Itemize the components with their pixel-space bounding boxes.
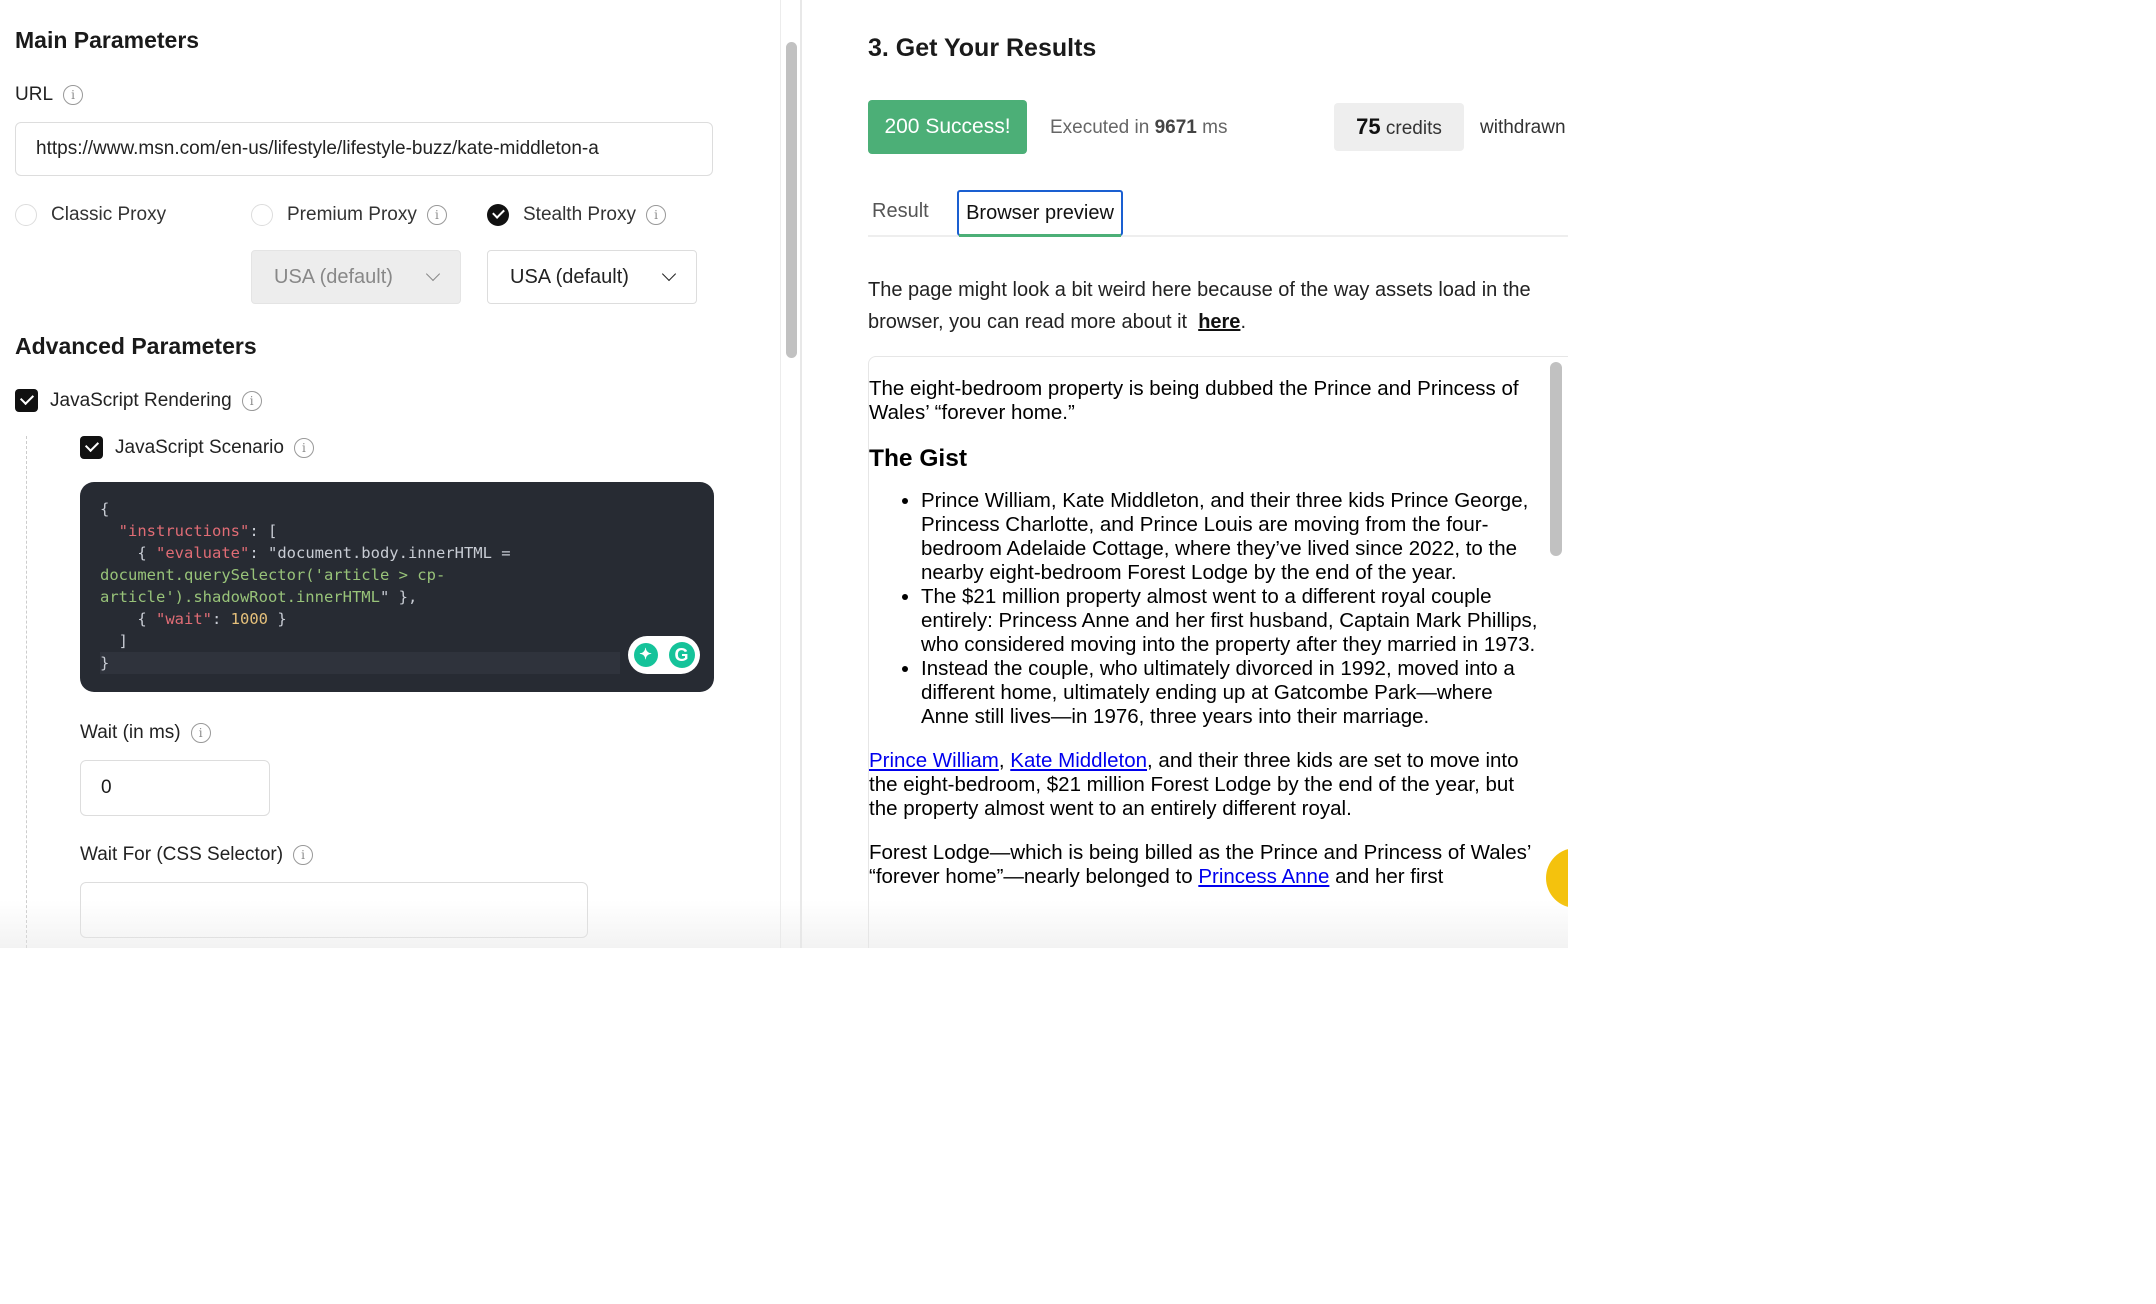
- list-item: Instead the couple, who ultimately divor…: [921, 657, 1543, 729]
- radio-unchecked-icon: [251, 204, 273, 226]
- stealth-country-value: USA (default): [510, 265, 629, 288]
- wait-label-row: Wait (in ms) i: [80, 722, 211, 744]
- checkbox-checked-icon: [15, 389, 38, 412]
- preview-heading: The Gist: [869, 445, 968, 472]
- separator: ,: [998, 749, 1011, 772]
- premium-proxy-radio[interactable]: Premium Proxy i: [251, 204, 447, 226]
- exec-ms: 9671: [1154, 117, 1197, 138]
- code-content: { "instructions": [ { "evaluate": "docum…: [80, 482, 714, 690]
- advanced-parameters-heading: Advanced Parameters: [15, 333, 257, 359]
- credits-value: 75: [1356, 114, 1381, 139]
- url-input[interactable]: https://www.msn.com/en-us/lifestyle/life…: [15, 122, 713, 176]
- js-rendering-label: JavaScript Rendering: [50, 389, 232, 411]
- info-icon[interactable]: i: [63, 84, 84, 105]
- tab-result[interactable]: Result: [872, 200, 929, 223]
- wait-input[interactable]: 0: [80, 760, 270, 816]
- link-prince-william[interactable]: Prince William: [869, 749, 999, 772]
- stealth-country-select[interactable]: USA (default): [487, 250, 697, 304]
- preview-scrollbar[interactable]: [1550, 362, 1562, 556]
- link-princess-anne[interactable]: Princess Anne: [1198, 865, 1329, 888]
- stealth-proxy-radio[interactable]: Stealth Proxy i: [487, 204, 666, 226]
- list-item: The $21 million property almost went to …: [921, 585, 1543, 657]
- panel-divider: [780, 0, 781, 948]
- url-label-row: URL i: [15, 84, 84, 106]
- results-panel: 3. Get Your Results 200 Success! Execute…: [802, 0, 1568, 948]
- exec-unit: ms: [1202, 117, 1228, 138]
- credits-label: credits: [1385, 118, 1442, 139]
- classic-proxy-label: Classic Proxy: [51, 204, 167, 225]
- premium-proxy-label: Premium Proxy: [287, 204, 417, 225]
- results-heading: 3. Get Your Results: [868, 34, 1097, 62]
- withdrawn-text: withdrawn: [1480, 117, 1566, 138]
- js-scenario-editor[interactable]: { "instructions": [ { "evaluate": "docum…: [80, 482, 714, 692]
- chevron-down-icon: [661, 266, 677, 282]
- wait-for-input[interactable]: [80, 882, 588, 938]
- wait-label: Wait (in ms): [80, 722, 181, 743]
- tree-connector: [26, 436, 27, 948]
- credits-badge: 75 credits: [1334, 103, 1464, 151]
- tab-browser-preview[interactable]: Browser preview: [957, 190, 1123, 237]
- preview-intro: The eight-bedroom property is being dubb…: [869, 377, 1519, 424]
- exec-prefix: Executed in: [1050, 117, 1150, 138]
- wait-for-label: Wait For (CSS Selector): [80, 844, 284, 865]
- info-icon[interactable]: i: [293, 844, 314, 865]
- parameters-panel: Main Parameters URL i https://www.msn.com…: [0, 0, 780, 948]
- grammarly-icon[interactable]: G: [668, 642, 695, 668]
- status-badge: 200 Success!: [868, 100, 1027, 154]
- info-icon[interactable]: i: [426, 205, 447, 225]
- url-label: URL: [15, 84, 54, 105]
- info-icon[interactable]: i: [646, 205, 666, 225]
- js-rendering-checkbox[interactable]: JavaScript Rendering i: [15, 389, 262, 412]
- left-scrollbar[interactable]: [786, 42, 797, 358]
- js-scenario-checkbox[interactable]: JavaScript Scenario i: [80, 436, 314, 459]
- info-icon[interactable]: i: [241, 390, 262, 411]
- lightbulb-icon[interactable]: ✦: [633, 643, 658, 667]
- preview-bullets: Prince William, Kate Middleton, and thei…: [869, 489, 1543, 729]
- radio-checked-icon: [487, 204, 509, 226]
- main-parameters-heading: Main Parameters: [15, 27, 200, 53]
- wait-for-label-row: Wait For (CSS Selector) i: [80, 844, 314, 866]
- premium-country-select: USA (default): [251, 250, 461, 304]
- note-link[interactable]: here: [1198, 311, 1240, 333]
- premium-country-value: USA (default): [274, 265, 393, 288]
- preview-paragraph: Prince William, Kate Middleton, and thei…: [869, 749, 1543, 821]
- grammarly-widget[interactable]: ✦ G: [628, 636, 700, 674]
- preview-paragraph: Forest Lodge—which is being billed as th…: [869, 841, 1543, 889]
- preview-note: The page might look a bit weird here bec…: [868, 279, 1531, 333]
- info-icon[interactable]: i: [190, 722, 211, 743]
- js-scenario-label: JavaScript Scenario: [115, 436, 284, 458]
- paragraph-text: and her first: [1329, 865, 1444, 888]
- classic-proxy-radio[interactable]: Classic Proxy: [15, 204, 166, 226]
- stealth-proxy-label: Stealth Proxy: [523, 204, 636, 225]
- checkbox-checked-icon: [80, 436, 103, 459]
- execution-time: Executed in 9671 ms: [1050, 117, 1227, 139]
- radio-unchecked-icon: [15, 204, 37, 226]
- info-icon[interactable]: i: [293, 437, 314, 458]
- chevron-down-icon: [425, 266, 441, 282]
- browser-preview-frame[interactable]: The eight-bedroom property is being dubb…: [868, 356, 1568, 948]
- list-item: Prince William, Kate Middleton, and thei…: [921, 489, 1543, 585]
- link-kate-middleton[interactable]: Kate Middleton: [1010, 749, 1147, 772]
